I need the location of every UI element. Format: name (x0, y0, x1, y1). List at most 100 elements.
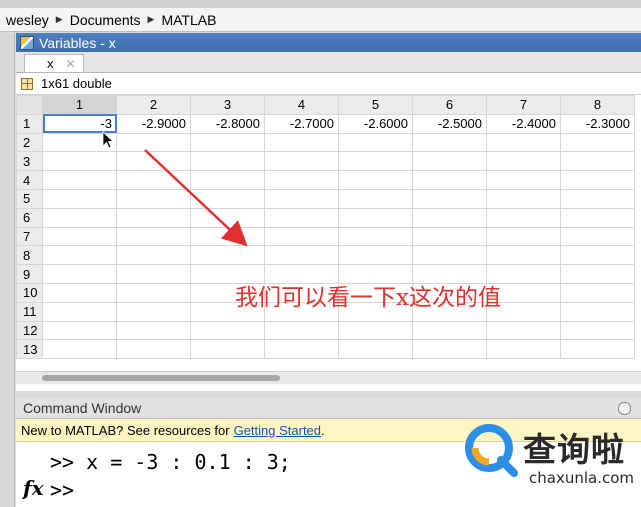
grid-cell[interactable] (412, 188, 487, 209)
grid-cell[interactable] (486, 207, 561, 228)
row-header[interactable]: 13 (16, 339, 43, 360)
grid-cell[interactable] (412, 339, 487, 360)
getting-started-link[interactable]: Getting Started (234, 423, 321, 438)
grid-cell[interactable]: -3 (42, 113, 117, 134)
grid-cell[interactable] (42, 226, 117, 247)
function-browser-icon[interactable]: fx (23, 476, 44, 500)
grid-cell[interactable] (560, 320, 635, 341)
grid-cell[interactable] (116, 132, 191, 153)
grid-cell[interactable] (412, 151, 487, 172)
grid-cell[interactable] (42, 320, 117, 341)
grid-cell[interactable] (338, 339, 413, 360)
grid-cell[interactable] (264, 132, 339, 153)
grid-cell[interactable] (116, 301, 191, 322)
grid-cell[interactable] (338, 245, 413, 266)
grid-cell[interactable] (264, 188, 339, 209)
grid-cell[interactable]: -2.8000 (190, 113, 265, 134)
grid-cell[interactable] (42, 151, 117, 172)
grid-cell[interactable] (412, 132, 487, 153)
grid-cell[interactable] (560, 245, 635, 266)
column-header[interactable]: 8 (560, 95, 635, 115)
grid-cell[interactable] (42, 132, 117, 153)
grid-cell[interactable] (42, 282, 117, 303)
grid-cell[interactable]: -2.3000 (560, 113, 635, 134)
grid-cell[interactable] (560, 226, 635, 247)
grid-cell[interactable] (190, 151, 265, 172)
grid-cell[interactable]: -2.4000 (486, 113, 561, 134)
grid-cell[interactable] (486, 188, 561, 209)
grid-cell[interactable] (116, 188, 191, 209)
grid-cell[interactable] (486, 339, 561, 360)
grid-cell[interactable] (116, 320, 191, 341)
current-folder-panel-edge[interactable] (0, 33, 15, 507)
grid-cell[interactable] (338, 170, 413, 190)
grid-cell[interactable] (264, 170, 339, 190)
grid-cell[interactable] (338, 188, 413, 209)
row-header[interactable]: 12 (16, 320, 43, 341)
close-tab-icon[interactable]: ✕ (66, 57, 76, 71)
row-header[interactable]: 9 (16, 264, 43, 284)
grid-cell[interactable] (42, 301, 117, 322)
grid-cell[interactable] (560, 132, 635, 153)
grid-cell[interactable] (560, 264, 635, 284)
row-header[interactable]: 3 (16, 151, 43, 172)
grid-corner[interactable] (16, 95, 43, 115)
row-header[interactable]: 6 (16, 207, 43, 228)
grid-cell[interactable] (190, 188, 265, 209)
grid-cell[interactable]: -2.6000 (338, 113, 413, 134)
grid-cell[interactable] (264, 320, 339, 341)
grid-cell[interactable] (560, 188, 635, 209)
row-header[interactable]: 11 (16, 301, 43, 322)
row-header[interactable]: 1 (16, 113, 43, 134)
row-header[interactable]: 4 (16, 170, 43, 190)
grid-cell[interactable] (486, 226, 561, 247)
variables-title-bar[interactable]: Variables - x (16, 33, 641, 52)
command-prompt[interactable]: >> (50, 478, 74, 502)
grid-cell[interactable] (42, 339, 117, 360)
grid-cell[interactable] (190, 339, 265, 360)
grid-cell[interactable] (42, 207, 117, 228)
grid-cell[interactable] (412, 245, 487, 266)
grid-cell[interactable]: -2.5000 (412, 113, 487, 134)
grid-cell[interactable] (264, 207, 339, 228)
grid-cell[interactable] (264, 151, 339, 172)
grid-cell[interactable] (42, 245, 117, 266)
column-header[interactable]: 7 (486, 95, 561, 115)
grid-cell[interactable] (190, 320, 265, 341)
breadcrumb-item-documents[interactable]: Documents (70, 12, 141, 28)
row-header[interactable]: 10 (16, 282, 43, 303)
grid-cell[interactable] (338, 151, 413, 172)
grid-cell[interactable] (486, 320, 561, 341)
grid-cell[interactable] (190, 170, 265, 190)
grid-cell[interactable] (42, 170, 117, 190)
grid-cell[interactable] (42, 188, 117, 209)
column-header[interactable]: 6 (412, 95, 487, 115)
grid-cell[interactable] (116, 282, 191, 303)
horizontal-scrollbar[interactable] (16, 371, 641, 384)
breadcrumb-item-wesley[interactable]: wesley (6, 12, 49, 28)
grid-cell[interactable] (560, 282, 635, 303)
breadcrumb-item-matlab[interactable]: MATLAB (161, 12, 216, 28)
grid-cell[interactable]: -2.9000 (116, 113, 191, 134)
command-window-title-bar[interactable]: Command Window (16, 398, 641, 419)
grid-cell[interactable] (560, 207, 635, 228)
grid-cell[interactable] (264, 339, 339, 360)
grid-cell[interactable] (116, 264, 191, 284)
row-header[interactable]: 8 (16, 245, 43, 266)
grid-cell[interactable] (412, 226, 487, 247)
grid-cell[interactable] (560, 339, 635, 360)
column-header[interactable]: 4 (264, 95, 339, 115)
column-header[interactable]: 3 (190, 95, 265, 115)
grid-cell[interactable] (116, 151, 191, 172)
window-actions-icon[interactable] (618, 402, 631, 415)
grid-cell[interactable] (486, 170, 561, 190)
grid-cell[interactable] (486, 151, 561, 172)
grid-cell[interactable] (190, 207, 265, 228)
grid-cell[interactable] (116, 170, 191, 190)
grid-cell[interactable] (412, 320, 487, 341)
column-header[interactable]: 2 (116, 95, 191, 115)
grid-cell[interactable] (486, 132, 561, 153)
grid-cell[interactable] (338, 207, 413, 228)
grid-cell[interactable] (338, 226, 413, 247)
grid-cell[interactable] (560, 170, 635, 190)
